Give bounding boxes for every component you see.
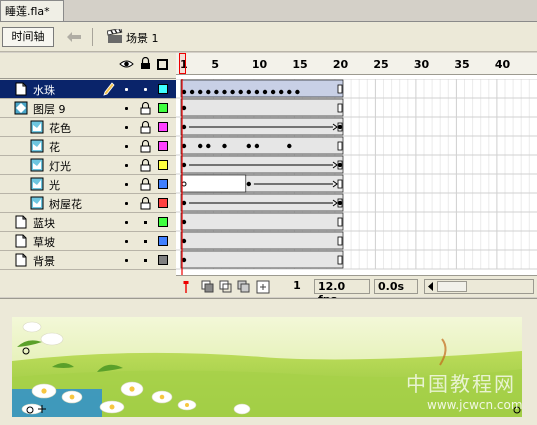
- document-tab[interactable]: 睡莲.fla*: [0, 0, 64, 21]
- layer-row[interactable]: 草坡: [0, 232, 176, 251]
- layer-outline-color[interactable]: [158, 217, 168, 227]
- layer-outline-color[interactable]: [158, 255, 168, 265]
- layer-name: 树屋花: [49, 198, 82, 211]
- visibility-toggle[interactable]: [125, 145, 128, 148]
- modify-onion-markers-icon[interactable]: [256, 280, 270, 294]
- visibility-toggle[interactable]: [125, 221, 128, 224]
- visibility-toggle[interactable]: [125, 88, 128, 91]
- ruler-label: 10: [251, 58, 268, 71]
- clapperboard-icon: [107, 29, 123, 43]
- layer-row[interactable]: 花色: [0, 118, 176, 137]
- frames-panel[interactable]: 1510152025303540 1 12.0 fps 0.0s: [176, 53, 537, 306]
- visibility-toggle[interactable]: [125, 164, 128, 167]
- visibility-toggle[interactable]: [125, 183, 128, 186]
- layer-outline-color[interactable]: [158, 103, 168, 113]
- watermark-title: 中国教程网: [406, 372, 516, 396]
- lock-icon[interactable]: [140, 254, 151, 267]
- masked-layer-icon: [30, 158, 44, 172]
- playhead-marker[interactable]: [179, 53, 186, 74]
- outline-icon[interactable]: [157, 59, 168, 70]
- masked-layer-icon: [30, 120, 44, 134]
- mask-layer-icon: [14, 101, 28, 115]
- horizontal-scrollbar[interactable]: [424, 279, 534, 294]
- ruler-label: 25: [373, 58, 389, 71]
- lock-icon[interactable]: [140, 57, 151, 70]
- frame-rate-display[interactable]: 12.0 fps: [314, 279, 370, 306]
- layer-page-icon: [15, 234, 27, 248]
- frames-grid[interactable]: [176, 79, 537, 285]
- layer-outline-color[interactable]: [158, 160, 168, 170]
- layer-outline-color[interactable]: [158, 122, 168, 132]
- layer-name: 图层 9: [33, 103, 66, 116]
- ruler-label: 40: [494, 58, 511, 71]
- layer-name: 草坡: [33, 236, 55, 249]
- layer-page-icon: [15, 215, 27, 229]
- ruler-label: 30: [413, 58, 430, 71]
- onion-skin-icon[interactable]: [201, 280, 215, 294]
- layer-page-icon: [15, 82, 27, 96]
- visibility-toggle[interactable]: [125, 107, 128, 110]
- ruler-label: 5: [211, 58, 220, 71]
- visibility-toggle[interactable]: [125, 202, 128, 205]
- layer-row[interactable]: 树屋花: [0, 194, 176, 213]
- timeline-status-bar: 1 12.0 fps 0.0s: [176, 275, 537, 306]
- lock-icon[interactable]: [140, 121, 151, 134]
- layer-outline-color[interactable]: [158, 179, 168, 189]
- layer-name: 水珠: [33, 84, 55, 97]
- layer-name: 花色: [49, 122, 71, 135]
- elapsed-time-display: 0.0s: [374, 279, 418, 294]
- scroll-thumb[interactable]: [437, 281, 467, 292]
- masked-layer-icon: [30, 177, 44, 191]
- masked-layer-icon: [30, 196, 44, 210]
- back-arrow-icon[interactable]: [66, 31, 82, 43]
- layer-outline-color[interactable]: [158, 236, 168, 246]
- layer-outline-color[interactable]: [158, 141, 168, 151]
- visibility-toggle[interactable]: [125, 126, 128, 129]
- layer-page-icon: [15, 253, 27, 267]
- ruler-label: 20: [332, 58, 349, 71]
- lock-icon[interactable]: [140, 178, 151, 191]
- lock-icon[interactable]: [140, 140, 151, 153]
- layer-row[interactable]: 光: [0, 175, 176, 194]
- ruler-label: 35: [454, 58, 470, 71]
- lock-icon[interactable]: [140, 197, 151, 210]
- pencil-icon: [103, 82, 115, 96]
- frame-ruler[interactable]: 1 5 10 15 20 25 30 35 40: [176, 53, 537, 75]
- lock-icon[interactable]: [140, 235, 151, 248]
- layer-name: 蓝块: [33, 217, 55, 230]
- layer-row[interactable]: 背景: [0, 251, 176, 270]
- eye-icon[interactable]: [119, 59, 134, 69]
- watermark-url: www.jcwcn.com: [427, 398, 523, 412]
- layer-name: 光: [49, 179, 60, 192]
- masked-layer-icon: [30, 139, 44, 153]
- lock-icon[interactable]: [140, 159, 151, 172]
- layer-row[interactable]: 灯光: [0, 156, 176, 175]
- scroll-left-icon[interactable]: [427, 282, 435, 291]
- edit-multiple-frames-icon[interactable]: [237, 280, 251, 294]
- timeline-toolbar: 时间轴 场景 1: [0, 22, 537, 52]
- layers-panel: 水珠图层 9 花色花灯光光树屋花蓝块草坡背景: [0, 53, 176, 351]
- toolbar-separator: [92, 28, 93, 46]
- scene-label[interactable]: 场景 1: [126, 30, 159, 46]
- center-frame-icon[interactable]: [180, 280, 192, 294]
- layer-name: 灯光: [49, 160, 71, 173]
- current-frame-display: 1: [280, 279, 314, 294]
- layer-name: 背景: [33, 255, 55, 268]
- layer-outline-color[interactable]: [158, 84, 168, 94]
- layer-row[interactable]: 蓝块: [0, 213, 176, 232]
- lock-icon[interactable]: [140, 102, 151, 115]
- layer-row[interactable]: 水珠: [0, 80, 176, 99]
- layer-row[interactable]: 花: [0, 137, 176, 156]
- lock-icon[interactable]: [140, 216, 151, 229]
- ruler-label: 15: [292, 58, 308, 71]
- visibility-toggle[interactable]: [125, 240, 128, 243]
- layer-name: 花: [49, 141, 60, 154]
- timeline-toggle-button[interactable]: 时间轴: [2, 27, 54, 47]
- lock-toggle[interactable]: [144, 88, 147, 91]
- layer-row[interactable]: 图层 9: [0, 99, 176, 118]
- layer-outline-color[interactable]: [158, 198, 168, 208]
- onion-outline-icon[interactable]: [219, 280, 233, 294]
- visibility-toggle[interactable]: [125, 259, 128, 262]
- layers-header: [0, 53, 176, 79]
